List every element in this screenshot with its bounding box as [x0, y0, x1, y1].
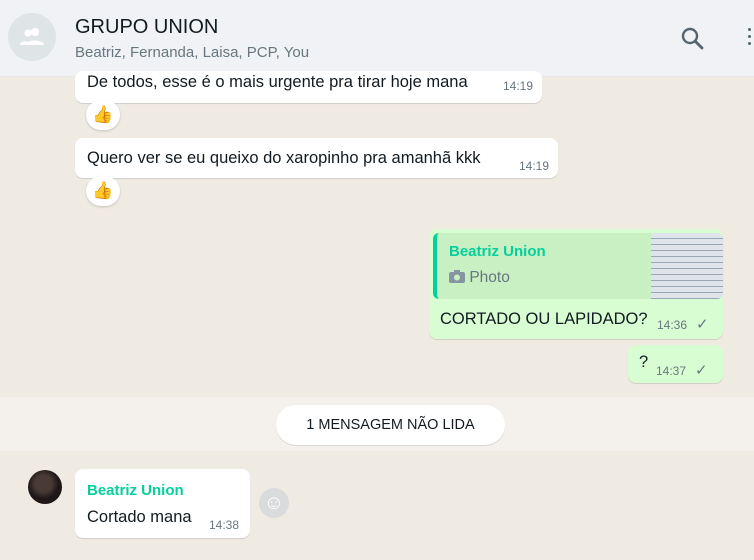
- message-text: De todos, esse é o mais urgente pra tira…: [87, 73, 468, 91]
- message-list[interactable]: De todos, esse é o mais urgente pra tira…: [0, 71, 754, 560]
- quoted-type: Photo: [469, 269, 510, 286]
- message-bubble[interactable]: Beatriz Union Cortado mana 14:38: [75, 469, 250, 538]
- message-text: CORTADO OU LAPIDADO?: [440, 310, 648, 328]
- message-time: 14:19: [502, 79, 533, 93]
- unread-divider: 1 MENSAGEM NÃO LIDA: [276, 405, 505, 445]
- reaction-thumbs-up-icon[interactable]: 👍: [86, 100, 120, 130]
- quoted-message[interactable]: Beatriz Union Photo: [433, 233, 723, 299]
- message-time: 14:37: [656, 364, 687, 378]
- message-bubble-outgoing[interactable]: Beatriz Union Photo CORTADO OU LAPIDADO?…: [429, 229, 723, 339]
- sender-avatar[interactable]: [28, 470, 62, 504]
- message-time: 14:38: [209, 518, 240, 532]
- group-avatar[interactable]: [8, 13, 56, 61]
- message-bubble[interactable]: Quero ver se eu queixo do xaropinho pra …: [75, 138, 558, 178]
- photo-thumbnail[interactable]: [651, 233, 723, 299]
- menu-dots-icon[interactable]: [746, 28, 754, 50]
- chat-header: GRUPO UNION Beatriz, Fernanda, Laisa, PC…: [0, 0, 754, 77]
- sent-check-icon: ✓: [696, 316, 709, 333]
- search-icon[interactable]: [678, 24, 708, 54]
- message-text: Quero ver se eu queixo do xaropinho pra …: [87, 149, 481, 167]
- group-icon: [20, 28, 44, 45]
- message-bubble[interactable]: De todos, esse é o mais urgente pra tira…: [75, 71, 542, 103]
- chat-participants[interactable]: Beatriz, Fernanda, Laisa, PCP, You: [75, 44, 309, 61]
- message-time: 14:36: [657, 318, 688, 332]
- reaction-thumbs-up-icon[interactable]: 👍: [86, 176, 120, 206]
- quoted-sender: Beatriz Union: [449, 243, 546, 260]
- message-time: 14:19: [518, 159, 549, 173]
- message-bubble-outgoing[interactable]: ? 14:37 ✓: [628, 345, 723, 383]
- message-text: Cortado mana: [87, 508, 192, 526]
- sender-name[interactable]: Beatriz Union: [87, 482, 184, 499]
- sent-check-icon: ✓: [695, 362, 708, 379]
- message-text: ?: [639, 353, 649, 371]
- chat-title[interactable]: GRUPO UNION: [75, 16, 218, 39]
- react-smiley-icon[interactable]: ☺: [259, 488, 289, 518]
- camera-icon: [449, 270, 465, 283]
